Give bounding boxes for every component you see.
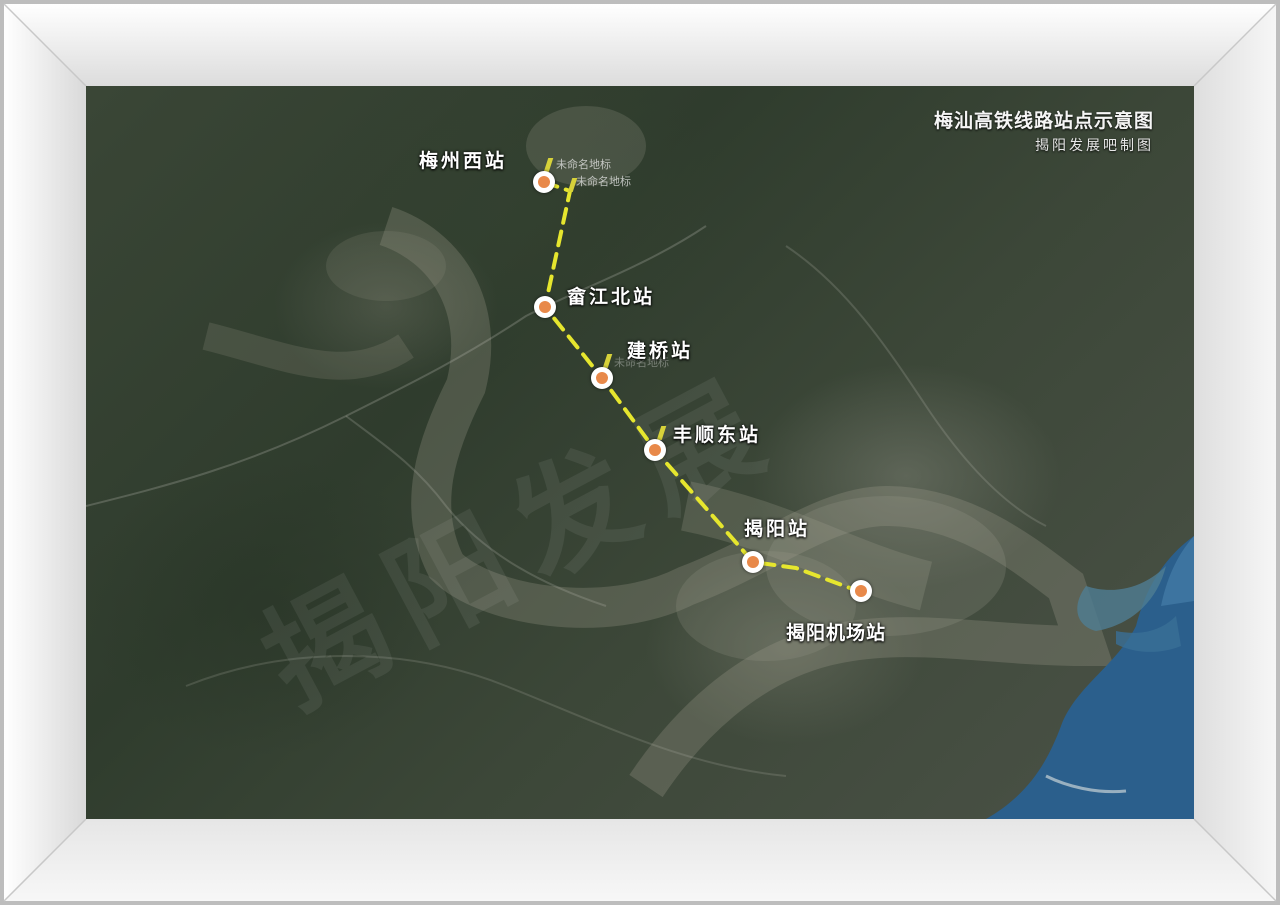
- station-label-meizhou-west: 梅州西站: [419, 150, 508, 172]
- station-marker-shejiang-north[interactable]: [534, 296, 556, 318]
- satellite-map[interactable]: 揭阳发展 未命名地标 未命名地标 未命名地标 梅州西站 畲江北站 建桥站 丰顺东…: [86, 86, 1194, 819]
- landmark-note: 未命名地标: [556, 158, 611, 171]
- station-label-jianqiao: 建桥站: [627, 340, 694, 362]
- map-title: 梅汕高铁线路站点示意图: [933, 110, 1154, 132]
- station-marker-meizhou-west[interactable]: [533, 171, 555, 193]
- station-marker-jieyang-airport[interactable]: [850, 580, 872, 602]
- station-marker-jieyang[interactable]: [742, 551, 764, 573]
- station-marker-fengshun-east[interactable]: [644, 439, 666, 461]
- map-credit: 揭阳发展吧制图: [1035, 138, 1154, 154]
- station-marker-jianqiao[interactable]: [591, 367, 613, 389]
- landmark-note: 未命名地标: [576, 175, 631, 188]
- station-label-jieyang-airport: 揭阳机场站: [786, 622, 887, 644]
- railway-route: [542, 180, 860, 593]
- station-label-shejiang-north: 畲江北站: [567, 286, 656, 308]
- station-label-fengshun-east: 丰顺东站: [673, 424, 762, 446]
- station-label-jieyang: 揭阳站: [744, 518, 811, 540]
